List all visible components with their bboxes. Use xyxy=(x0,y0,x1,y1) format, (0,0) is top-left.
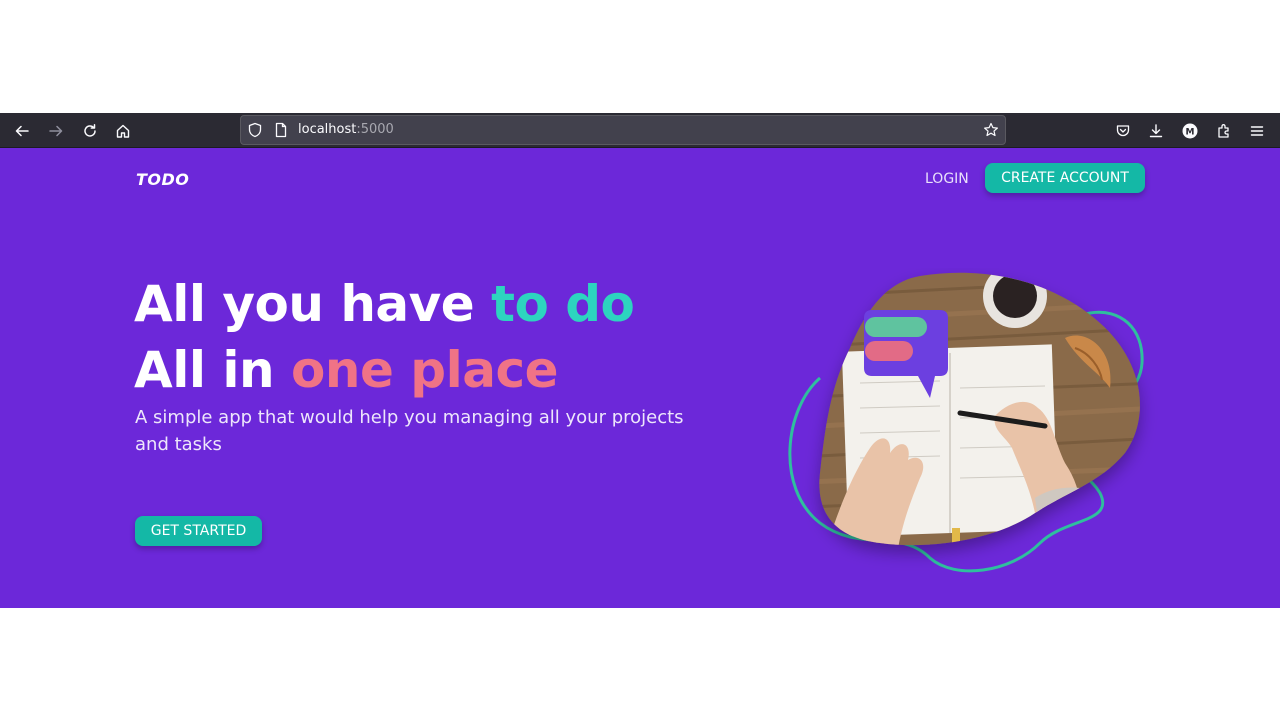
url-bar[interactable]: localhost:5000 xyxy=(240,115,1006,145)
browser-window: localhost:5000 M TODO LOGIN CREATE ACCOU… xyxy=(0,113,1280,608)
landing-page: TODO LOGIN CREATE ACCOUNT All you have t… xyxy=(0,148,1280,608)
pocket-icon xyxy=(1116,125,1130,137)
back-button[interactable] xyxy=(8,117,36,145)
headline-line-1: All you have to do xyxy=(134,274,635,334)
menu-button[interactable] xyxy=(1243,117,1271,145)
downloads-button[interactable] xyxy=(1142,117,1170,145)
hero-illustration xyxy=(788,272,1144,573)
hero-subtitle: A simple app that would help you managin… xyxy=(135,407,684,455)
star-icon[interactable] xyxy=(983,122,999,138)
account-button[interactable]: M xyxy=(1176,117,1204,145)
home-button[interactable] xyxy=(109,117,137,145)
back-icon xyxy=(15,125,29,137)
account-initial: M xyxy=(1186,127,1195,137)
login-link[interactable]: LOGIN xyxy=(925,170,969,188)
headline-line-2: All in one place xyxy=(134,340,559,400)
url-host: localhost xyxy=(298,122,357,137)
extensions-button[interactable] xyxy=(1210,117,1238,145)
reload-button[interactable] xyxy=(76,117,104,145)
headline-1-plain: All you have xyxy=(134,275,492,333)
headline-2-plain: All in xyxy=(134,341,292,399)
browser-toolbar: localhost:5000 M xyxy=(0,113,1280,148)
page-icon[interactable] xyxy=(273,122,289,138)
url-text[interactable]: localhost:5000 xyxy=(298,122,394,138)
headline-2-accent: one place xyxy=(291,341,559,399)
forward-button[interactable] xyxy=(42,117,70,145)
reload-icon xyxy=(84,124,96,137)
url-port: :5000 xyxy=(356,122,394,137)
logo[interactable]: TODO xyxy=(136,170,189,189)
menu-icon xyxy=(1250,126,1264,136)
create-account-button[interactable]: CREATE ACCOUNT xyxy=(985,163,1145,193)
download-icon xyxy=(1149,124,1163,138)
extensions-icon xyxy=(1218,124,1229,138)
home-icon xyxy=(116,124,130,138)
headline-1-accent: to do xyxy=(491,275,635,333)
pocket-button[interactable] xyxy=(1109,117,1137,145)
shield-icon[interactable] xyxy=(247,122,263,138)
get-started-button[interactable]: GET STARTED xyxy=(135,516,262,546)
forward-icon xyxy=(49,125,63,137)
account-icon: M xyxy=(1182,123,1198,139)
